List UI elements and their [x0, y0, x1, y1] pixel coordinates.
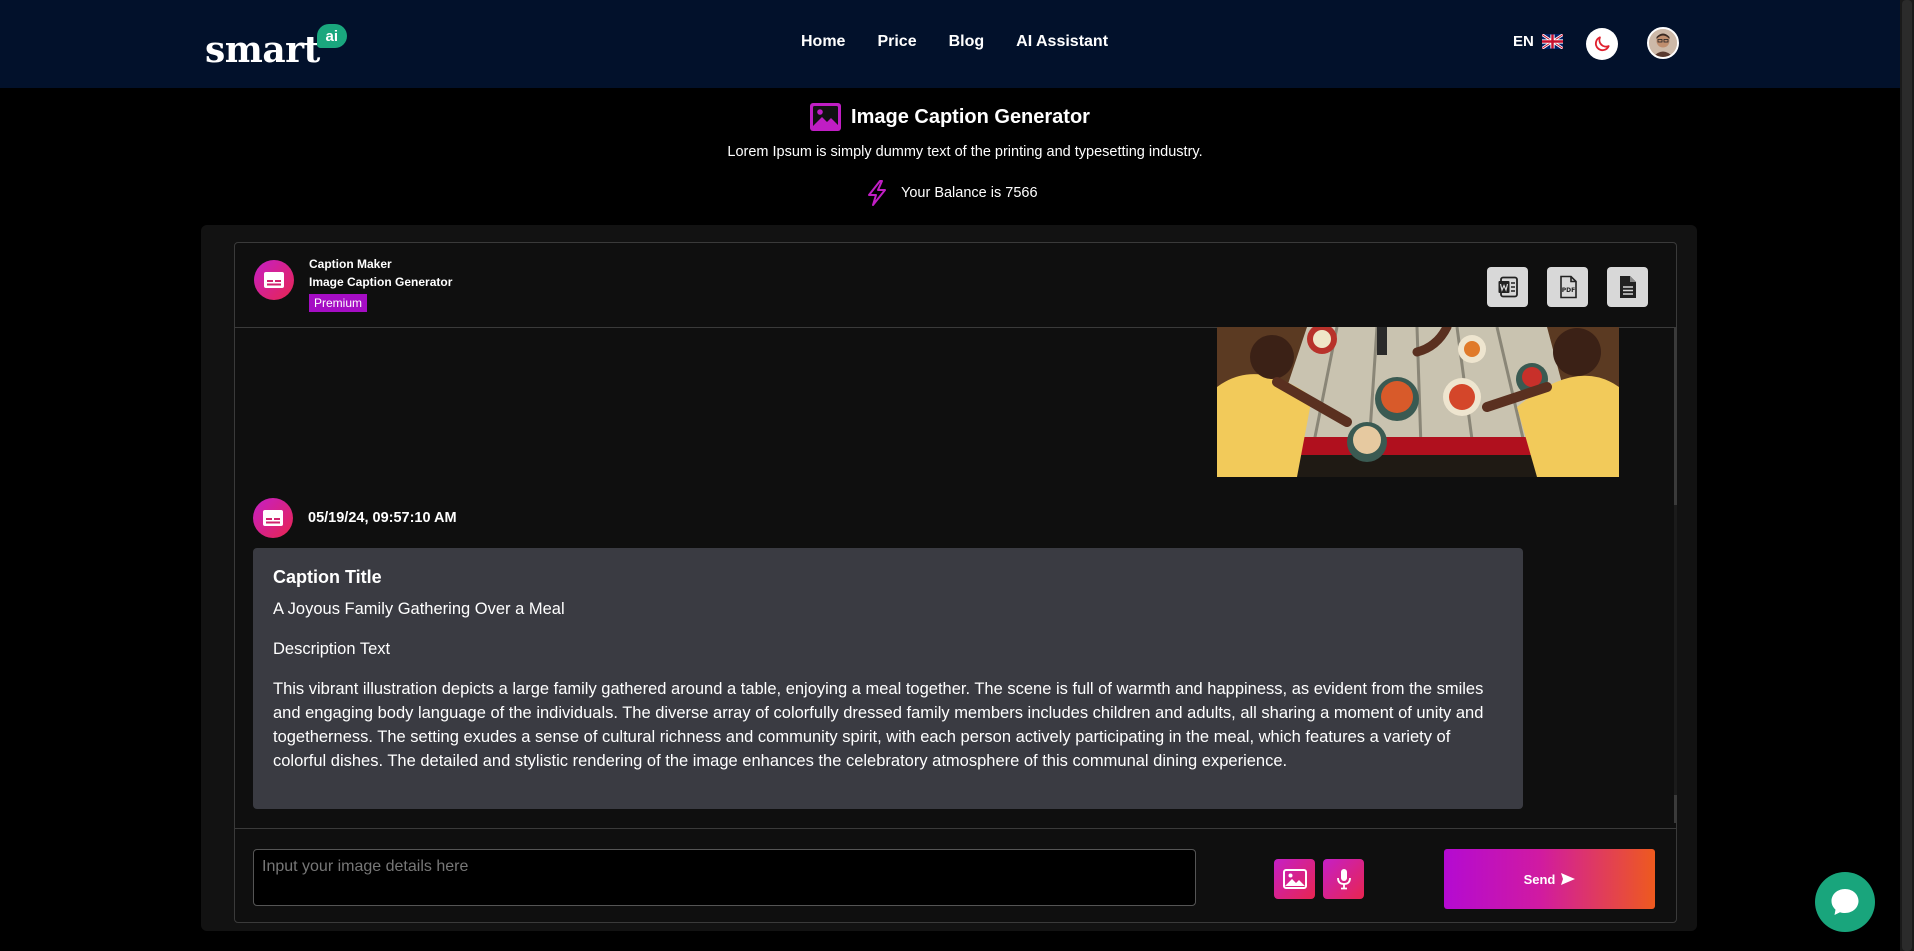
chat-icon — [1831, 889, 1859, 915]
main-nav: Home Price Blog AI Assistant — [801, 33, 1108, 51]
page-title: Image Caption Generator — [851, 105, 1090, 128]
microphone-icon — [1336, 869, 1351, 890]
export-pdf-button[interactable]: PDF — [1547, 267, 1588, 307]
upload-image-button[interactable] — [1274, 859, 1315, 899]
bot-info: Caption Maker Image Caption Generator Pr… — [309, 255, 452, 312]
send-button[interactable]: Send — [1444, 849, 1655, 909]
nav-home[interactable]: Home — [801, 33, 845, 51]
support-chat-button[interactable] — [1815, 872, 1875, 932]
svg-text:PDF: PDF — [1561, 287, 1574, 294]
image-icon — [810, 103, 842, 131]
page-title-row: Image Caption Generator — [0, 103, 1900, 131]
nav-price[interactable]: Price — [877, 33, 916, 51]
theme-toggle-button[interactable] — [1586, 28, 1618, 60]
uploaded-image — [1217, 327, 1619, 477]
export-word-button[interactable] — [1487, 267, 1528, 307]
caption-bot-avatar — [253, 498, 293, 538]
image-icon — [1282, 869, 1307, 889]
message-timestamp: 05/19/24, 09:57:10 AM — [308, 510, 457, 526]
caption-icon — [264, 272, 284, 288]
caption-bot-avatar — [254, 260, 294, 300]
premium-badge: Premium — [309, 294, 368, 312]
image-details-input[interactable] — [253, 849, 1196, 906]
nav-ai-assistant[interactable]: AI Assistant — [1016, 33, 1108, 51]
logo-text: smart — [205, 29, 320, 71]
moon-icon — [1594, 36, 1610, 52]
balance-text: Your Balance is 7566 — [901, 185, 1038, 201]
bot-subtitle: Image Caption Generator — [309, 275, 453, 289]
nav-blog[interactable]: Blog — [949, 33, 985, 51]
word-export-icon — [1498, 276, 1518, 298]
logo-badge: ai — [316, 24, 347, 48]
page-scroll-thumb[interactable] — [1902, 0, 1912, 951]
description-heading: Description Text — [273, 640, 391, 658]
document-icon — [1619, 276, 1636, 298]
logo[interactable]: smart ai — [205, 22, 347, 68]
page-subtitle: Lorem Ipsum is simply dummy text of the … — [727, 144, 1203, 160]
uk-flag-icon — [1541, 34, 1563, 49]
caption-title: A Joyous Family Gathering Over a Meal — [273, 600, 565, 618]
send-label: Send — [1523, 871, 1556, 887]
top-navbar: smart ai Home Price Blog AI Assistant EN — [0, 0, 1900, 88]
chat-scroll-indicator — [1674, 795, 1677, 823]
response-meta: 05/19/24, 09:57:10 AM — [253, 498, 457, 538]
voice-input-button[interactable] — [1323, 859, 1364, 899]
balance-row: Your Balance is 7566 — [865, 180, 1038, 206]
caption-icon — [263, 510, 283, 526]
bot-name: Caption Maker — [309, 257, 392, 271]
user-avatar[interactable] — [1647, 27, 1679, 59]
caption-response: Caption Title A Joyous Family Gathering … — [253, 548, 1523, 809]
language-code: EN — [1513, 33, 1534, 50]
chat-header: Caption Maker Image Caption Generator Pr… — [235, 243, 1676, 328]
description-text: This vibrant illustration depicts a larg… — [273, 680, 1484, 770]
composer-divider — [235, 828, 1676, 829]
pdf-export-icon: PDF — [1559, 275, 1577, 299]
export-text-button[interactable] — [1607, 267, 1648, 307]
caption-heading: Caption Title — [273, 567, 382, 587]
language-selector[interactable]: EN — [1513, 33, 1563, 50]
chat-scroll-thumb[interactable] — [1674, 327, 1677, 505]
bolt-icon — [868, 180, 886, 206]
send-icon — [1561, 873, 1576, 885]
